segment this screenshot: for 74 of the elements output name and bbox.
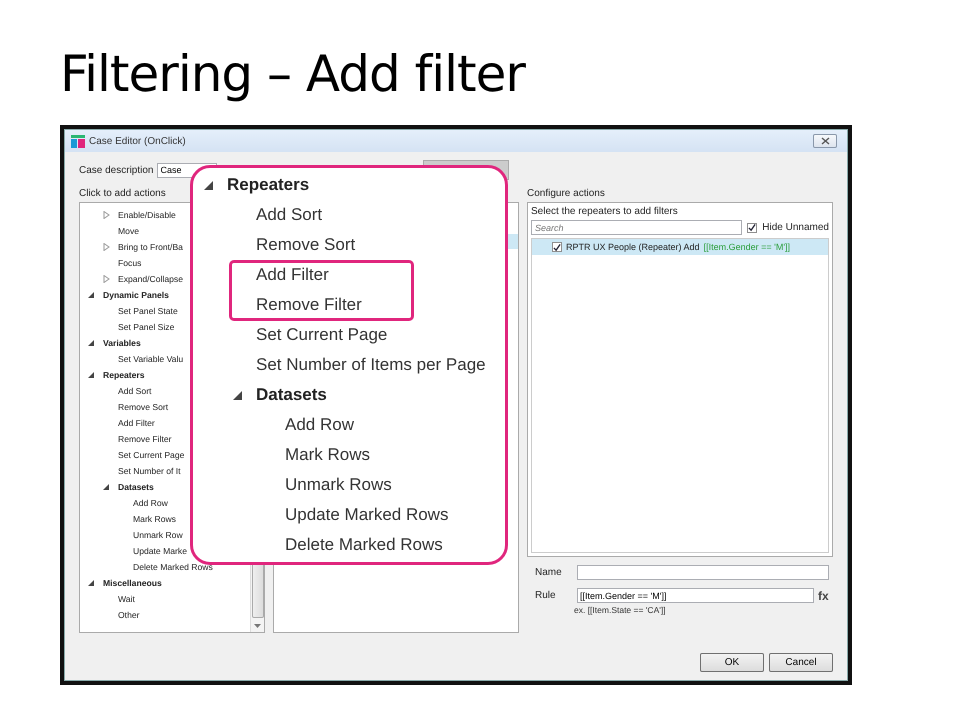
expanded-arrow-icon[interactable] [88,579,95,587]
tree-category: Datasets [256,385,327,405]
window-title: Case Editor (OnClick) [89,136,187,146]
tree-item: Remove Sort [256,235,356,255]
name-label: Name [534,567,563,578]
slide-title: Filtering – Add filter [59,44,527,104]
tree-item[interactable]: Unmark Row [133,530,183,540]
tree-item: Add Filter [256,265,329,285]
tree-item[interactable]: Set Panel State [118,306,178,316]
close-button[interactable] [813,134,837,148]
panel-heading: Configure actions [527,188,606,201]
checkbox[interactable] [747,222,758,232]
expanded-arrow-icon[interactable] [232,390,243,400]
rule-field[interactable]: [[Item.Gender == 'M']] [577,588,814,603]
tree-item[interactable]: Set Panel Size [118,322,174,332]
tree-item[interactable]: Add Sort [118,386,152,396]
tree-category[interactable]: Miscellaneous [103,578,162,588]
app-icon [71,134,85,148]
formula-button[interactable]: fx [818,588,829,602]
prompt-text: Select the repeaters to add filters [531,206,679,217]
tree-category[interactable]: Repeaters [103,370,145,380]
tree-item: Set Number of Items per Page [256,355,486,375]
close-icon [820,137,830,145]
search-field[interactable]: Search [531,220,742,235]
collapsed-arrow-icon[interactable] [103,211,110,219]
rule-label: Rule [534,590,557,601]
tree-category[interactable]: Variables [103,338,141,348]
tree-item[interactable]: Set Variable Valu [118,354,184,364]
tree-item[interactable]: Delete Marked Rows [133,562,213,572]
expanded-arrow-icon[interactable] [203,180,214,190]
dialog-button[interactable]: OK [700,653,764,672]
tree-item[interactable]: Bring to Front/Ba [118,242,183,252]
checkbox[interactable] [552,242,562,252]
checkbox-label: Hide Unnamed [762,222,829,233]
tree-item[interactable]: Add Row [133,498,168,508]
expanded-arrow-icon[interactable] [88,291,95,299]
rule-hint: ex. [[Item.State == 'CA']] [573,605,667,615]
tree-item[interactable]: Mark Rows [133,514,176,524]
tree-item[interactable]: Expand/Collapse [118,274,183,284]
expanded-arrow-icon[interactable] [88,339,95,347]
tree-item[interactable]: Remove Filter [118,434,172,444]
expanded-arrow-icon[interactable] [103,483,110,491]
tree-category[interactable]: Datasets [118,482,154,492]
tree-item[interactable]: Add Filter [118,418,155,428]
expanded-arrow-icon[interactable] [88,371,95,379]
collapsed-arrow-icon[interactable] [103,243,110,251]
tree-item[interactable]: Set Current Page [118,450,184,460]
tree-item: Mark Rows [285,445,370,465]
filter-rule: [[Item.Gender == 'M']] [704,242,790,252]
tree-item: Update Marked Rows [285,505,448,525]
tree-item[interactable]: Enable/Disable [118,210,176,220]
tree-item[interactable]: Wait [118,594,135,604]
repeater-row[interactable]: RPTR UX People (Repeater) Add [[Item.Gender == 'M']] [532,239,828,255]
tree-item: Unmark Rows [285,475,392,495]
tree-item[interactable]: Other [118,610,140,620]
repeater-name: RPTR UX People (Repeater) Add [566,242,700,252]
tree-item: Set Current Page [256,325,388,345]
tree-item: Remove Filter [256,295,362,315]
tree-item[interactable]: Update Marke [133,546,187,556]
tree-item[interactable]: Move [118,226,140,236]
tree-item: Add Row [285,415,354,435]
tree-item: Add Sort [256,205,322,225]
tree-item[interactable]: Set Number of It [118,466,181,476]
case-description-label: Case description [79,164,154,176]
tree-category: Repeaters [227,175,310,195]
scroll-down-icon[interactable] [254,624,261,628]
tree-item[interactable]: Remove Sort [118,402,168,412]
collapsed-arrow-icon[interactable] [103,275,110,283]
tree-item[interactable]: Focus [118,258,142,268]
dialog-button[interactable]: Cancel [769,653,833,672]
tree-category[interactable]: Dynamic Panels [103,290,169,300]
panel-heading: Click to add actions [79,188,167,201]
name-field[interactable] [577,565,829,580]
tree-item: Delete Marked Rows [285,535,443,555]
